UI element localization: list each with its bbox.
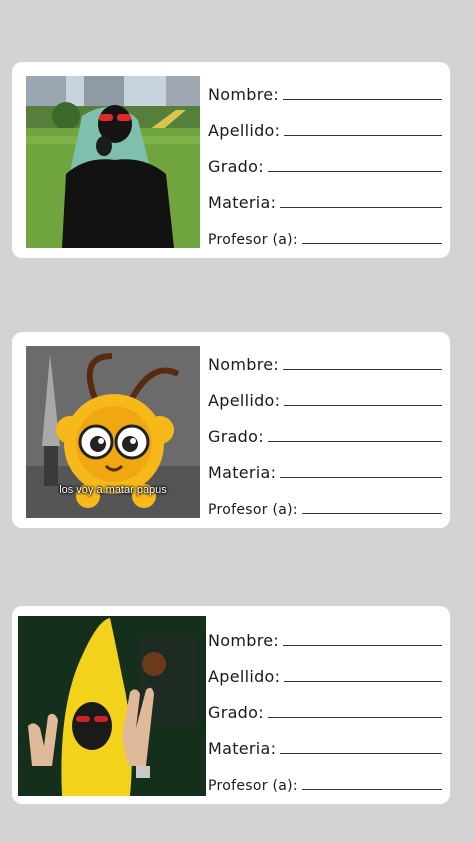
materia-line [280, 477, 442, 478]
materia-field[interactable]: Materia: [208, 452, 442, 488]
materia-line [280, 207, 442, 208]
profesor-field[interactable]: Profesor (a): [208, 218, 442, 254]
meme-caption: los voy a matar papus [59, 484, 167, 496]
materia-label: Materia: [208, 463, 277, 482]
grado-field[interactable]: Grado: [208, 416, 442, 452]
id-card-2: los voy a matar papus Nombre: Apellido: … [12, 332, 450, 528]
profesor-field[interactable]: Profesor (a): [208, 488, 442, 524]
apellido-field[interactable]: Apellido: [208, 656, 442, 692]
apellido-field[interactable]: Apellido: [208, 110, 442, 146]
grado-field[interactable]: Grado: [208, 146, 442, 182]
profesor-label: Profesor (a): [208, 778, 298, 794]
banana-costume-peace-sign-photo [18, 616, 206, 796]
grado-field[interactable]: Grado: [208, 692, 442, 728]
grado-label: Grado: [208, 427, 264, 446]
apellido-label: Apellido: [208, 391, 281, 410]
nombre-label: Nombre: [208, 631, 280, 650]
profesor-label: Profesor (a): [208, 502, 298, 518]
profesor-label: Profesor (a): [208, 232, 298, 248]
nombre-field[interactable]: Nombre: [208, 344, 442, 380]
materia-label: Materia: [208, 739, 277, 758]
apellido-field[interactable]: Apellido: [208, 380, 442, 416]
nombre-line [283, 369, 442, 370]
apellido-label: Apellido: [208, 121, 281, 140]
nombre-field[interactable]: Nombre: [208, 620, 442, 656]
nombre-label: Nombre: [208, 85, 280, 104]
nombre-line [283, 99, 442, 100]
banana-costume-illustration [18, 616, 206, 796]
profesor-line [301, 243, 442, 244]
materia-field[interactable]: Materia: [208, 728, 442, 764]
id-card-3: Nombre: Apellido: Grado: Materia: Profes… [12, 606, 450, 804]
materia-line [280, 753, 442, 754]
profesor-line [301, 789, 442, 790]
apellido-line [284, 135, 442, 136]
form-fields: Nombre: Apellido: Grado: Materia: Profes… [208, 620, 442, 800]
apellido-label: Apellido: [208, 667, 281, 686]
girl-green-hair-photo [26, 76, 200, 248]
apellido-line [284, 681, 442, 682]
nombre-line [283, 645, 442, 646]
nombre-label: Nombre: [208, 355, 280, 374]
apellido-line [284, 405, 442, 406]
profesor-field[interactable]: Profesor (a): [208, 764, 442, 800]
materia-label: Materia: [208, 193, 277, 212]
form-fields: Nombre: Apellido: Grado: Materia: Profes… [208, 344, 442, 524]
grado-line [267, 441, 442, 442]
nombre-field[interactable]: Nombre: [208, 74, 442, 110]
girl-green-hair-illustration [26, 76, 200, 248]
bee-with-knife-meme: los voy a matar papus [26, 346, 200, 518]
grado-line [267, 717, 442, 718]
materia-field[interactable]: Materia: [208, 182, 442, 218]
grado-line [267, 171, 442, 172]
grado-label: Grado: [208, 157, 264, 176]
profesor-line [301, 513, 442, 514]
grado-label: Grado: [208, 703, 264, 722]
id-card-1: Nombre: Apellido: Grado: Materia: Profes… [12, 62, 450, 258]
form-fields: Nombre: Apellido: Grado: Materia: Profes… [208, 74, 442, 254]
